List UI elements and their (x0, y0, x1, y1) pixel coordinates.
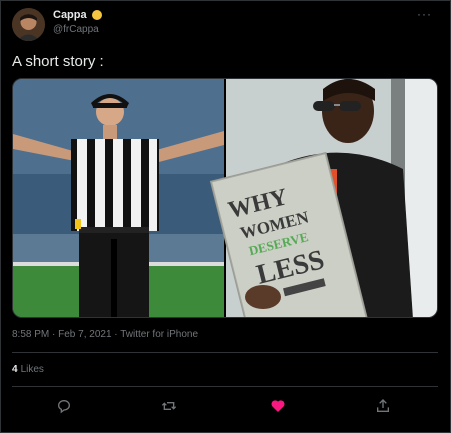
divider (12, 352, 438, 353)
likes-count: 4 (12, 364, 18, 375)
avatar[interactable] (12, 8, 45, 41)
retweet-button[interactable] (158, 395, 180, 417)
retweet-icon (161, 402, 177, 410)
emoji-icon (91, 10, 102, 21)
media-image: WHY WOMEN DESERVE LESS (13, 79, 437, 317)
avatar-image (12, 8, 45, 41)
referee-photo (13, 79, 224, 317)
tweet-text: A short story : (12, 53, 104, 70)
divider (12, 386, 438, 387)
reader-photo: WHY WOMEN DESERVE LESS (209, 79, 437, 317)
tweet-media[interactable]: WHY WOMEN DESERVE LESS (12, 78, 438, 318)
display-name[interactable]: Cappa (53, 9, 102, 21)
share-button[interactable] (372, 395, 394, 417)
reply-button[interactable] (53, 395, 75, 417)
like-button[interactable] (267, 395, 289, 417)
tweet-timestamp[interactable]: 8:58 PM · Feb 7, 2021 · Twitter for iPho… (12, 329, 198, 340)
user-handle[interactable]: @frCappa (53, 24, 99, 35)
heart-icon (271, 400, 285, 412)
action-bar (1, 395, 451, 417)
more-dots-icon[interactable]: ··· (417, 7, 432, 21)
share-icon (377, 399, 389, 412)
likes-stat[interactable]: 4 Likes (12, 364, 44, 375)
tweet-card: Cappa @frCappa ··· A short story : WHY W… (0, 0, 451, 433)
display-name-text: Cappa (53, 9, 87, 21)
reply-icon (57, 400, 70, 414)
likes-label: Likes (20, 364, 44, 375)
